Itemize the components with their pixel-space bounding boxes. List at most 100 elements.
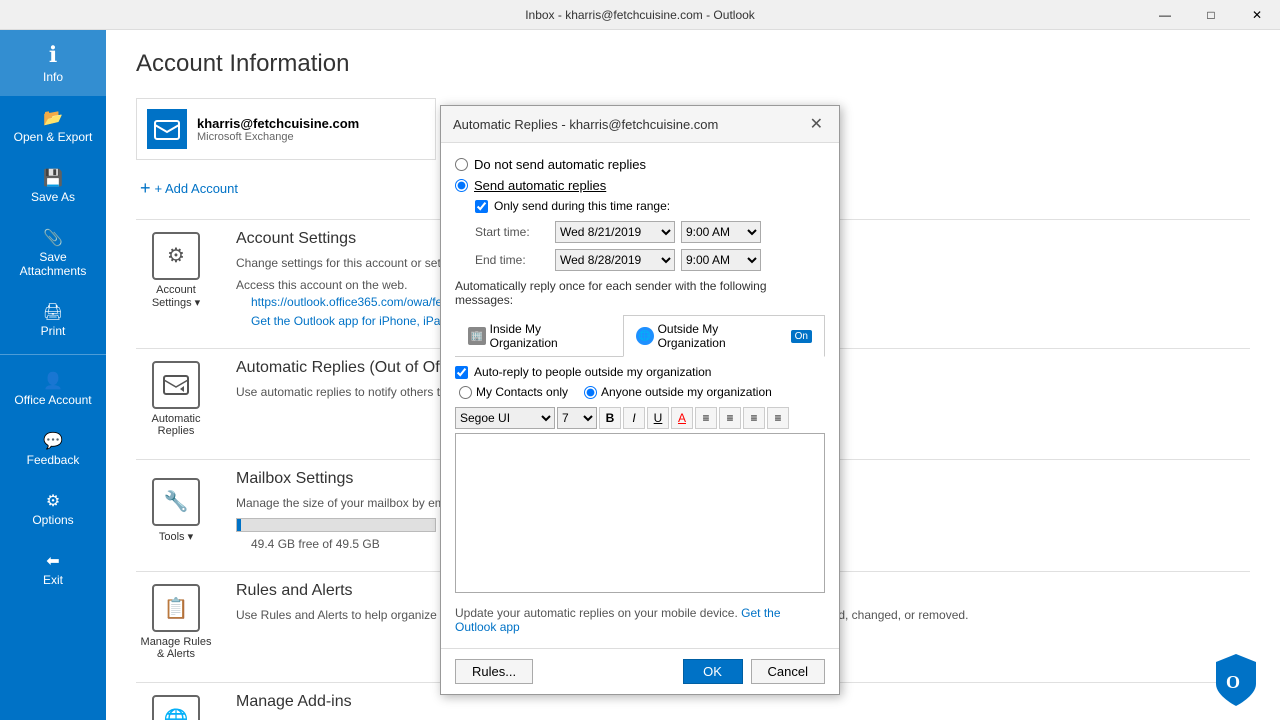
ok-button[interactable]: OK [683,659,743,684]
sidebar-item-options[interactable]: ⚙ Options [0,479,106,539]
rules-icon: 📋 [152,584,200,632]
title-bar-text: Inbox - kharris@fetchcuisine.com - Outlo… [525,8,755,22]
indent-button[interactable]: ≡ [743,407,765,429]
sidebar-item-exit[interactable]: ⬅ Exit [0,539,106,599]
end-time-label: End time: [475,253,555,267]
modal-title-bar: Automatic Replies - kharris@fetchcuisine… [441,106,839,143]
title-bar: Inbox - kharris@fetchcuisine.com - Outlo… [0,0,1280,30]
sidebar-item-open-export[interactable]: 📂 Open & Export [0,96,106,156]
time-range-row: Only send during this time range: [475,199,825,213]
sidebar-item-info-label: Info [8,70,98,84]
ok-cancel-group: OK Cancel [683,659,825,684]
page-title: Account Information [136,50,1250,78]
addins-title: Manage Add-ins [236,693,482,711]
account-type: Microsoft Exchange [197,131,359,143]
start-time-select[interactable]: 9:00 AM [681,221,761,243]
rules-button[interactable]: Rules... [455,659,533,684]
cancel-button[interactable]: Cancel [751,659,825,684]
automatic-replies-icon-label: AutomaticReplies [152,413,201,437]
font-family-select[interactable]: Segoe UI [455,407,555,429]
sidebar-item-feedback[interactable]: 💬 Feedback [0,419,106,479]
send-row: Send automatic replies [455,178,825,193]
font-color-button[interactable]: A [671,407,693,429]
font-size-select[interactable]: 7 [557,407,597,429]
outside-section: Auto-reply to people outside my organiza… [455,365,825,596]
my-contacts-radio[interactable] [459,386,472,399]
time-range-label: Only send during this time range: [494,199,670,213]
mobile-note: Update your automatic replies on your mo… [455,606,825,634]
automatic-replies-modal: Automatic Replies - kharris@fetchcuisine… [440,105,840,695]
addins-icon-box[interactable]: 🌐 Manage Add-ins [136,693,216,720]
tab-inside[interactable]: 🏢 Inside My Organization [455,315,623,357]
storage-progress-bar [236,518,436,532]
sidebar-item-exit-label: Exit [8,573,98,587]
font-toolbar: Segoe UI 7 B I U A ≡ ≡ ≡ ≡ [455,407,825,429]
mailbox-icon-box[interactable]: 🔧 Tools ▾ [136,470,216,550]
reply-editor[interactable] [455,433,825,593]
sidebar-item-open-export-label: Open & Export [8,130,98,144]
bold-button[interactable]: B [599,407,621,429]
addins-icon: 🌐 [152,695,200,720]
account-email: kharris@fetchcuisine.com [197,116,359,131]
tab-outside-label: Outside My Organization [658,322,787,350]
italic-button[interactable]: I [623,407,645,429]
outlook-shield-icon: O [1212,652,1260,700]
sidebar-item-print-label: Print [8,324,98,338]
tab-inside-label: Inside My Organization [490,322,610,350]
account-icon [147,109,187,149]
rules-icon-label: Manage Rules& Alerts [141,636,212,660]
send-auto-radio[interactable] [455,179,468,192]
modal-close-button[interactable]: ✕ [806,114,827,134]
auto-reply-outside-label: Auto-reply to people outside my organiza… [474,365,711,379]
sidebar-item-office-account[interactable]: 👤 Office Account [0,359,106,419]
sidebar-item-office-account-label: Office Account [8,393,98,407]
end-time-select[interactable]: 9:00 AM [681,249,761,271]
account-settings-icon-box[interactable]: ⚙ AccountSettings ▾ [136,230,216,310]
tab-outside[interactable]: 🌐 Outside My Organization On [623,315,825,357]
mailbox-icon: 🔧 [152,478,200,526]
maximize-button[interactable]: □ [1188,0,1234,30]
section-addins: 🌐 Manage Add-ins Manage Add-ins Manage a… [136,693,1250,720]
auto-reply-outside-checkbox[interactable] [455,366,468,379]
underline-button[interactable]: U [647,407,669,429]
minimize-button[interactable]: — [1142,0,1188,30]
start-date-select[interactable]: Wed 8/21/2019 [555,221,675,243]
close-button[interactable]: ✕ [1234,0,1280,30]
outside-on-badge: On [791,330,812,343]
sidebar-item-print[interactable]: 🖨 Print [0,290,106,350]
sidebar-item-save-attachments-label: Save Attachments [8,250,98,278]
sidebar: ℹ Info 📂 Open & Export 💾 Save As 📎 Save … [0,30,106,720]
no-send-row: Do not send automatic replies [455,157,825,172]
rules-icon-box[interactable]: 📋 Manage Rules& Alerts [136,582,216,662]
modal-footer: Rules... OK Cancel [441,648,839,694]
storage-progress-fill [237,519,241,531]
sidebar-item-options-label: Options [8,513,98,527]
title-bar-controls: — □ ✕ [1142,0,1280,30]
modal-title: Automatic Replies - kharris@fetchcuisine… [453,117,718,132]
modal-body: Do not send automatic replies Send autom… [441,143,839,648]
outside-org-icon: 🌐 [636,327,654,345]
sidebar-item-save-as[interactable]: 💾 Save As [0,156,106,216]
sidebar-item-save-as-label: Save As [8,190,98,204]
add-account-label: + Add Account [155,181,238,196]
automatic-replies-icon [152,361,200,409]
no-send-radio[interactable] [455,158,468,171]
anyone-outside-radio[interactable] [584,386,597,399]
account-settings-icon-label: AccountSettings ▾ [152,284,200,309]
start-time-row: Start time: Wed 8/21/2019 9:00 AM [475,221,825,243]
sidebar-item-feedback-label: Feedback [8,453,98,467]
time-range-checkbox[interactable] [475,200,488,213]
bullets-button[interactable]: ≡ [695,407,717,429]
outdent-button[interactable]: ≡ [767,407,789,429]
end-date-select[interactable]: Wed 8/28/2019 [555,249,675,271]
numbering-button[interactable]: ≡ [719,407,741,429]
svg-text:O: O [1226,672,1240,692]
account-settings-icon: ⚙ [152,232,200,280]
sidebar-item-save-attachments[interactable]: 📎 Save Attachments [0,216,106,290]
inside-org-icon: 🏢 [468,327,486,345]
outside-checkbox-row: Auto-reply to people outside my organiza… [455,365,825,379]
sidebar-item-info[interactable]: ℹ Info [0,30,106,96]
account-info: kharris@fetchcuisine.com Microsoft Excha… [197,116,359,143]
my-contacts-label: My Contacts only [476,385,568,399]
automatic-replies-icon-box[interactable]: AutomaticReplies [136,359,216,439]
